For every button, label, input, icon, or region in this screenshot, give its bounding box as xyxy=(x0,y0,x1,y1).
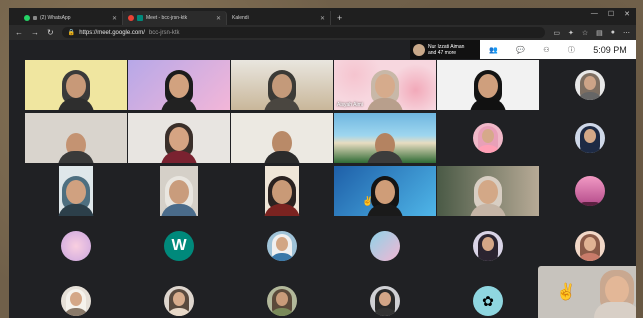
participant-avatar-cell[interactable]: W xyxy=(128,221,230,271)
presenter-info: Nur Izzati Aiman and 47 more xyxy=(410,40,480,59)
url-host: https://meet.google.com/ xyxy=(79,29,145,36)
meet-icon xyxy=(137,15,143,21)
meet-overlay: Nur Izzati Aiman and 47 more 👥 💬 ⚇ ⓘ 5:0… xyxy=(410,40,636,59)
collections-icon[interactable]: ▤ xyxy=(596,29,603,37)
chat-icon[interactable]: 💬 xyxy=(516,46,525,54)
video-tile[interactable] xyxy=(128,113,230,163)
video-tile[interactable] xyxy=(128,60,230,110)
video-tile[interactable]: Aisyah Aimi xyxy=(334,60,436,110)
close-icon[interactable]: ✕ xyxy=(320,15,325,22)
toolbar-icons: ▭ ✦ ☆ ▤ ● ⋯ xyxy=(553,29,630,37)
maximize-button[interactable]: ☐ xyxy=(608,10,614,18)
participant-avatar-cell[interactable] xyxy=(25,221,127,271)
tab-label: Meet - bcc-jrsn-ktk xyxy=(146,15,188,21)
bookmark-star-icon[interactable]: ☆ xyxy=(582,29,588,37)
cast-icon[interactable]: ▭ xyxy=(553,29,560,37)
participant-avatar-cell[interactable] xyxy=(437,221,539,271)
window-controls: — ☐ ✕ xyxy=(591,10,630,18)
video-tile[interactable] xyxy=(437,60,539,110)
mute-icon xyxy=(33,16,37,20)
video-tile[interactable] xyxy=(231,166,333,216)
tab-label: Kalendi xyxy=(232,15,249,21)
avatar-letter: W xyxy=(171,237,187,254)
tab-whatsapp[interactable]: (2) WhatsApp ✕ xyxy=(19,11,123,25)
profile-icon[interactable]: ● xyxy=(611,29,615,37)
browser-tabbar: (2) WhatsApp ✕ Meet - bcc-jrsn-ktk ✕ Kal… xyxy=(9,8,636,25)
video-tile[interactable] xyxy=(231,113,333,163)
video-tile[interactable] xyxy=(25,166,127,216)
url-field[interactable]: 🔒 https://meet.google.com/bcc-jrsn-ktk xyxy=(61,27,546,38)
participant-avatar-cell[interactable] xyxy=(539,60,636,110)
reload-icon[interactable]: ↻ xyxy=(47,28,54,37)
meeting-clock: 5:09 PM xyxy=(593,44,627,55)
emoji-avatar-icon: ✿ xyxy=(482,292,494,309)
participant-avatar-cell[interactable]: ✿ xyxy=(437,276,539,318)
participant-avatar-cell[interactable] xyxy=(539,166,636,216)
peace-hand: ✌ xyxy=(556,284,576,301)
self-view-tile[interactable]: ✌ xyxy=(538,266,636,318)
tab-label: (2) WhatsApp xyxy=(40,15,71,21)
info-icon[interactable]: ⓘ xyxy=(568,45,575,55)
video-tile[interactable] xyxy=(437,166,539,216)
back-icon[interactable]: ← xyxy=(15,28,23,37)
whatsapp-icon xyxy=(24,15,30,21)
people-icon[interactable]: 👥 xyxy=(489,46,498,54)
video-tile[interactable] xyxy=(231,60,333,110)
peace-hand: ✌ xyxy=(362,196,374,206)
minimize-button[interactable]: — xyxy=(591,10,598,18)
participant-avatar-cell[interactable] xyxy=(539,113,636,163)
presenter-avatar xyxy=(413,43,425,56)
close-icon[interactable]: ✕ xyxy=(112,15,117,22)
participant-name: Aisyah Aimi xyxy=(337,102,363,108)
meet-grid: Nur Izzati Aiman and 47 more 👥 💬 ⚇ ⓘ 5:0… xyxy=(9,40,636,318)
meet-toolbar: 👥 💬 ⚇ ⓘ 5:09 PM xyxy=(480,40,636,59)
participant-avatar-cell[interactable] xyxy=(539,221,636,271)
video-tile[interactable] xyxy=(128,166,230,216)
extensions-icon[interactable]: ✦ xyxy=(568,29,574,37)
new-tab-button[interactable]: + xyxy=(331,13,348,25)
participant-avatar-cell[interactable] xyxy=(437,113,539,163)
video-tile[interactable]: ✌ xyxy=(334,166,436,216)
activities-icon[interactable]: ⚇ xyxy=(543,46,549,54)
address-bar: ← → ↻ 🔒 https://meet.google.com/bcc-jrsn… xyxy=(9,25,636,40)
forward-icon[interactable]: → xyxy=(31,28,39,37)
participant-avatar-cell[interactable] xyxy=(25,276,127,318)
close-icon[interactable]: ✕ xyxy=(216,15,221,22)
close-window-button[interactable]: ✕ xyxy=(624,10,630,18)
video-tile[interactable] xyxy=(334,113,436,163)
menu-icon[interactable]: ⋯ xyxy=(623,29,630,37)
participant-avatar-cell[interactable] xyxy=(334,276,436,318)
video-tile[interactable] xyxy=(25,113,127,163)
participant-avatar-cell[interactable] xyxy=(231,221,333,271)
presenter-more: and 47 more xyxy=(428,49,457,56)
record-icon xyxy=(128,15,134,21)
tab-meet[interactable]: Meet - bcc-jrsn-ktk ✕ xyxy=(123,11,227,25)
lock-icon: 🔒 xyxy=(67,30,76,36)
url-path: bcc-jrsn-ktk xyxy=(148,29,180,36)
monitor-screen: (2) WhatsApp ✕ Meet - bcc-jrsn-ktk ✕ Kal… xyxy=(9,8,636,318)
participant-avatar-cell[interactable] xyxy=(231,276,333,318)
video-tile[interactable] xyxy=(25,60,127,110)
participant-avatar-cell[interactable] xyxy=(128,276,230,318)
participant-avatar-cell[interactable] xyxy=(334,221,436,271)
tab-kalendi[interactable]: Kalendi ✕ xyxy=(227,11,331,25)
